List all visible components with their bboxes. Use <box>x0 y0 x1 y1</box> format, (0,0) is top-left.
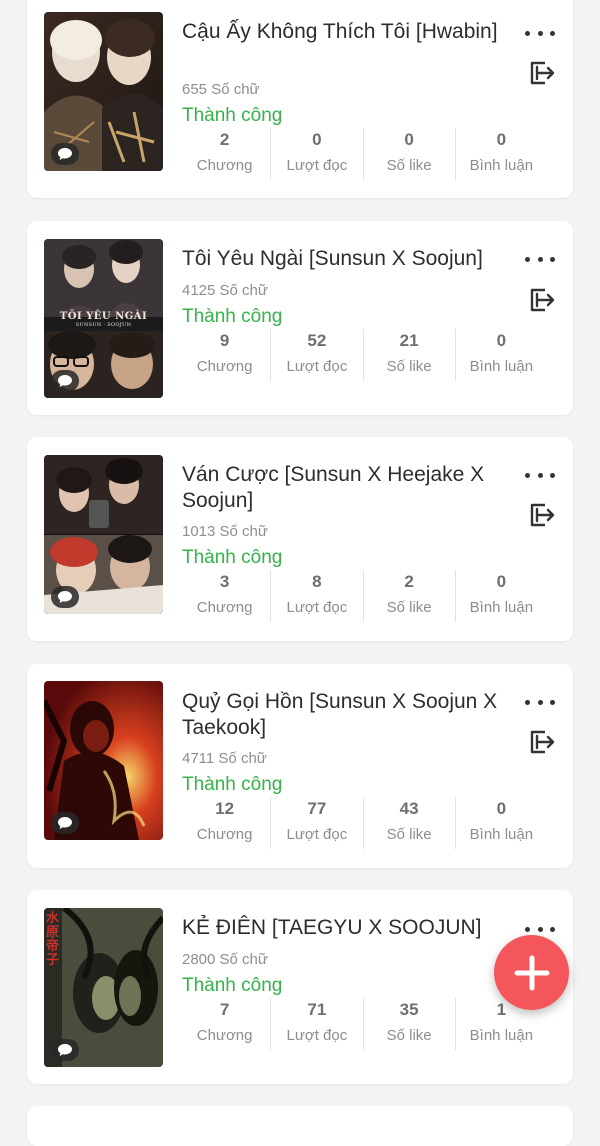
story-card[interactable]: 水原帝子 KẺ ĐIÊN [TAEGYU X SOOJUN] 2800 Số c… <box>27 890 573 1084</box>
story-stats: 12 Chương 77 Lượt đọc 43 Số like 0 Bình luận <box>179 797 547 849</box>
story-cover[interactable] <box>44 681 163 840</box>
move-out-icon[interactable] <box>526 58 556 88</box>
word-count: 4711 Số chữ <box>182 750 267 767</box>
word-count: 2800 Số chữ <box>182 951 268 968</box>
story-title[interactable]: Cậu Ấy Không Thích Tôi [Hwabin] <box>182 19 502 45</box>
status-label: Thành công <box>182 105 283 126</box>
more-icon[interactable] <box>525 468 555 482</box>
stat-reads: 0 Lượt đọc <box>270 128 362 180</box>
cover-kanji: 水原帝子 <box>46 911 60 968</box>
story-card[interactable]: Ván Cược [Sunsun X Heejake X Soojun] 101… <box>27 437 573 641</box>
story-stats: 3 Chương 8 Lượt đọc 2 Số like 0 Bình luận <box>179 570 547 622</box>
move-out-icon[interactable] <box>526 285 556 315</box>
story-card[interactable] <box>27 1106 573 1146</box>
stat-reads: 8 Lượt đọc <box>270 570 362 622</box>
cover-caption: TÔI YÊU NGÀI SUNSUN · SOOJUN <box>59 311 148 328</box>
stat-chapters: 7 Chương <box>196 1000 253 1044</box>
more-icon[interactable] <box>525 26 555 40</box>
story-cover[interactable]: TÔI YÊU NGÀI SUNSUN · SOOJUN <box>44 239 163 398</box>
comment-icon <box>51 370 79 392</box>
story-cover[interactable] <box>44 455 163 614</box>
stat-likes: 21 Số like <box>362 329 455 381</box>
word-count: 1013 Số chữ <box>182 523 268 540</box>
more-icon[interactable] <box>525 922 555 936</box>
stat-reads: 77 Lượt đọc <box>270 797 362 849</box>
story-card[interactable]: Quỷ Gọi Hồn [Sunsun X Soojun X Taekook] … <box>27 664 573 868</box>
status-label: Thành công <box>182 306 283 327</box>
stat-likes: 2 Số like <box>362 570 455 622</box>
story-stats: 7 Chương 71 Lượt đọc 35 Số like 1 Bình luận <box>179 998 547 1050</box>
comment-icon <box>51 586 79 608</box>
stat-likes: 35 Số like <box>362 998 455 1050</box>
stat-reads: 52 Lượt đọc <box>270 329 362 381</box>
story-title[interactable]: KẺ ĐIÊN [TAEGYU X SOOJUN] <box>182 915 502 941</box>
comment-icon <box>51 143 79 165</box>
stat-chapters: 3 Chương <box>196 572 253 616</box>
story-stats: 2 Chương 0 Lượt đọc 0 Số like 0 Bình luận <box>179 128 547 180</box>
story-title[interactable]: Tôi Yêu Ngài [Sunsun X Soojun] <box>182 246 502 272</box>
stat-chapters: 2 Chương <box>196 130 253 174</box>
story-card[interactable]: Cậu Ấy Không Thích Tôi [Hwabin] 655 Số c… <box>27 0 573 198</box>
comment-icon <box>51 1039 79 1061</box>
story-cover[interactable] <box>44 12 163 171</box>
stat-likes: 0 Số like <box>362 128 455 180</box>
stat-comments: 0 Bình luận <box>454 797 547 849</box>
story-title[interactable]: Quỷ Gọi Hồn [Sunsun X Soojun X Taekook] <box>182 689 502 741</box>
status-label: Thành công <box>182 975 283 996</box>
story-card[interactable]: TÔI YÊU NGÀI SUNSUN · SOOJUN Tôi Yêu Ngà… <box>27 221 573 415</box>
add-icon <box>514 955 549 990</box>
add-story-button[interactable] <box>494 935 569 1010</box>
comment-icon <box>51 812 79 834</box>
stat-chapters: 9 Chương <box>196 331 253 375</box>
stat-comments: 0 Bình luận <box>454 329 547 381</box>
stat-comments: 0 Bình luận <box>454 128 547 180</box>
status-label: Thành công <box>182 774 283 795</box>
status-label: Thành công <box>182 547 283 568</box>
more-icon[interactable] <box>525 695 555 709</box>
word-count: 655 Số chữ <box>182 81 260 98</box>
story-title[interactable]: Ván Cược [Sunsun X Heejake X Soojun] <box>182 462 502 514</box>
stat-likes: 43 Số like <box>362 797 455 849</box>
word-count: 4125 Số chữ <box>182 282 268 299</box>
stat-reads: 71 Lượt đọc <box>270 998 362 1050</box>
story-cover[interactable]: 水原帝子 <box>44 908 163 1067</box>
stat-chapters: 12 Chương <box>196 799 253 843</box>
more-icon[interactable] <box>525 252 555 266</box>
stat-comments: 0 Bình luận <box>454 570 547 622</box>
move-out-icon[interactable] <box>526 727 556 757</box>
move-out-icon[interactable] <box>526 500 556 530</box>
story-stats: 9 Chương 52 Lượt đọc 21 Số like 0 Bình luận <box>179 329 547 381</box>
